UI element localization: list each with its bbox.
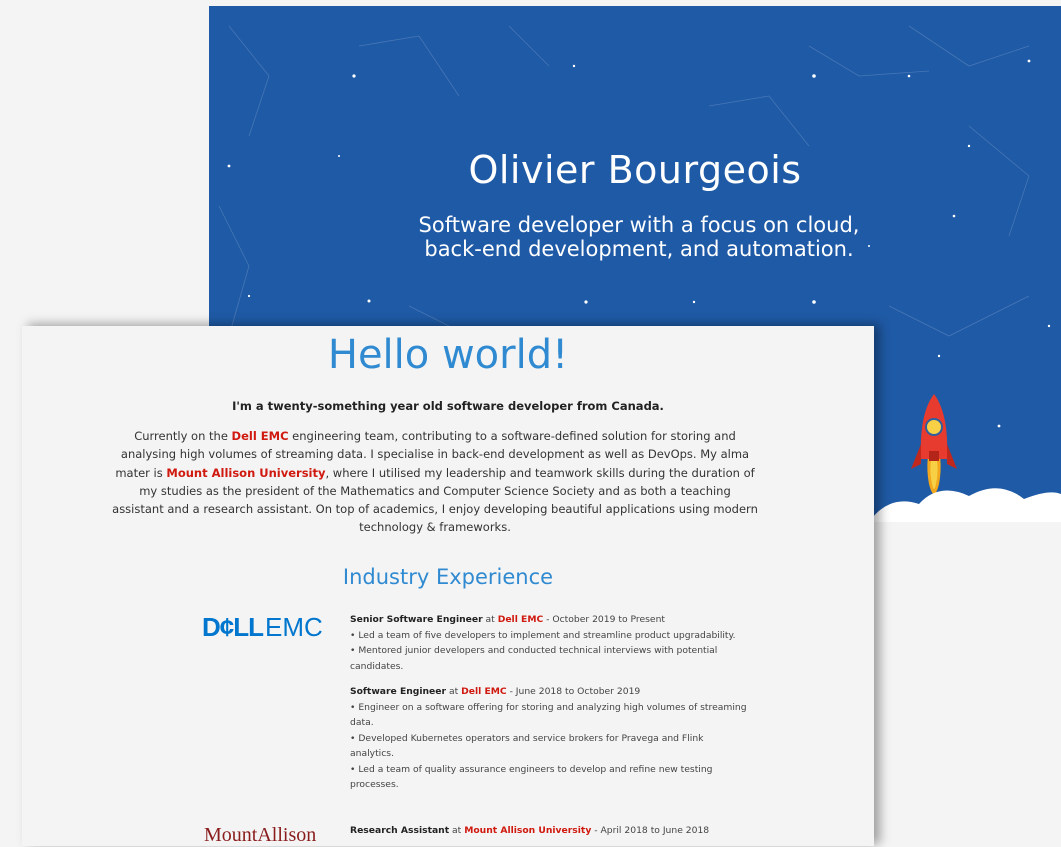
job-bullet: • Led a team of five developers to imple… xyxy=(350,629,736,641)
job-dates: - October 2019 to Present xyxy=(543,614,665,625)
job-dates: - June 2018 to October 2019 xyxy=(506,686,641,697)
hero-tagline: Software developer with a focus on cloud… xyxy=(389,213,889,261)
job-role: Research Assistant xyxy=(350,825,450,836)
job-bullet: • Led a team of quality assurance engine… xyxy=(350,763,713,791)
job-bullet: • Mentored junior developers and conduct… xyxy=(350,645,718,672)
experience-entry: Senior Software Engineer at Dell EMC - O… xyxy=(350,612,750,674)
dell-emc-logo: D¢LLEMC xyxy=(202,612,323,643)
job-bullet: • Developed Kubernetes operators and ser… xyxy=(350,732,704,760)
experience-entry-header: Senior Software Engineer at Dell EMC - O… xyxy=(350,612,750,628)
bio-link-dell-emc[interactable]: Dell EMC xyxy=(232,429,289,443)
experience-entry: Research Assistant at Mount Allison Univ… xyxy=(350,823,750,839)
job-company-link[interactable]: Mount Allison University xyxy=(464,825,591,836)
job-role: Software Engineer xyxy=(350,686,447,697)
job-at: at xyxy=(446,686,462,697)
bio-text-1: Currently on the xyxy=(134,429,232,443)
job-at: at xyxy=(482,614,498,625)
job-at: at xyxy=(449,825,465,836)
emc-logo-text: EMC xyxy=(265,612,323,642)
job-company-link[interactable]: Dell EMC xyxy=(461,686,507,697)
about-heading: Hello world! xyxy=(327,332,569,378)
experience-entry-header: Software Engineer at Dell EMC - June 201… xyxy=(350,684,750,700)
dell-logo-text: D¢LL xyxy=(202,612,264,642)
job-company-link[interactable]: Dell EMC xyxy=(498,614,544,625)
job-role: Senior Software Engineer xyxy=(350,614,483,625)
about-bio: Currently on the Dell EMC engineering te… xyxy=(112,427,758,537)
about-intro: I'm a twenty-something year old software… xyxy=(232,399,664,413)
hero-tagline-line-1: Software developer with a focus on cloud… xyxy=(418,213,860,237)
bio-link-mount-allison[interactable]: Mount Allison University xyxy=(166,466,325,480)
mount-allison-logo: MountAllison xyxy=(204,824,317,846)
job-bullet: • Engineer on a software offering for st… xyxy=(350,701,747,729)
hero-name: Olivier Bourgeois xyxy=(468,148,802,192)
experience-heading: Industry Experience xyxy=(342,565,554,589)
hero-tagline-line-2: back-end development, and automation. xyxy=(424,237,854,261)
job-dates: - April 2018 to June 2018 xyxy=(591,825,710,836)
experience-entry: Software Engineer at Dell EMC - June 201… xyxy=(350,684,750,793)
about-card: Hello world! I'm a twenty-something year… xyxy=(22,326,874,846)
experience-entry-header: Research Assistant at Mount Allison Univ… xyxy=(350,823,750,839)
